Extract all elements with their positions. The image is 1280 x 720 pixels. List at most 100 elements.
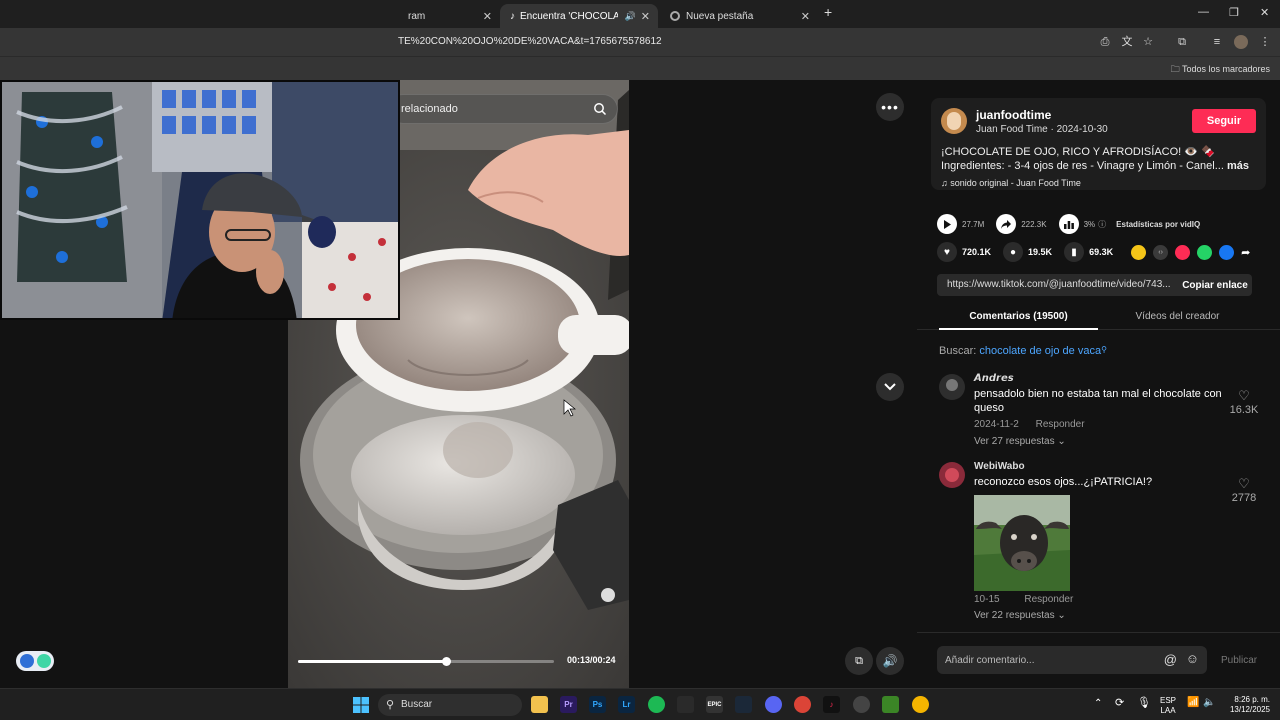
- follow-button[interactable]: Seguir: [1192, 109, 1256, 133]
- taskbar-search-label: Buscar: [401, 699, 433, 710]
- share-link[interactable]: https://www.tiktok.com/@juanfoodtime/vid…: [937, 274, 1178, 296]
- comment-author[interactable]: WebiWabo: [974, 461, 1025, 472]
- epic-games-icon[interactable]: EPIC: [706, 696, 723, 713]
- bookmarks-bar: 🗀 Todos los marcadores: [0, 56, 1280, 80]
- comment-icon[interactable]: ●: [1003, 242, 1024, 262]
- comment-like[interactable]: ♡ 16.3K: [1224, 388, 1264, 416]
- wifi-icon[interactable]: 📶: [1187, 698, 1199, 708]
- webcam-overlay: [0, 80, 400, 320]
- media-icon[interactable]: ≡: [1210, 35, 1224, 49]
- lightroom-icon[interactable]: Lr: [618, 696, 635, 713]
- app-icon[interactable]: [677, 696, 694, 713]
- restore-icon[interactable]: ❐: [1229, 6, 1239, 19]
- info-icon: ⓘ: [1098, 219, 1107, 229]
- search-prefix: Buscar:: [939, 345, 977, 357]
- engagement-row: ♥ 720.1K ● 19.5K ▮ 69.3K ‹› ➦: [937, 242, 1250, 262]
- speaker-icon[interactable]: 🔊: [625, 11, 636, 22]
- mic-icon[interactable]: 🎙: [1137, 698, 1151, 709]
- coin-icon[interactable]: [1131, 244, 1147, 260]
- windows-start-icon[interactable]: [352, 696, 369, 713]
- view-replies[interactable]: Ver 27 respuestas ⌄: [974, 436, 1066, 447]
- whatsapp-icon[interactable]: [1197, 244, 1213, 260]
- volume-icon[interactable]: 🔊: [876, 647, 904, 675]
- music-info[interactable]: ♫ sonido original - Juan Food Time: [941, 178, 1081, 188]
- reply-button[interactable]: Responder: [1024, 594, 1073, 605]
- tray-chevron-icon[interactable]: ⌃: [1094, 699, 1102, 709]
- reply-button[interactable]: Responder: [1036, 419, 1085, 430]
- translate-icon[interactable]: 文: [1120, 35, 1134, 49]
- bookmark-icon[interactable]: ▮: [1064, 242, 1085, 262]
- comment-search-suggestion[interactable]: Buscar: chocolate de ojo de vaca⚲: [939, 345, 1107, 357]
- comment-meta: 2024-11-2 Responder: [974, 419, 1085, 430]
- clock-date: 13/12/2025: [1229, 705, 1270, 714]
- mention-icon[interactable]: @: [1164, 652, 1177, 667]
- premiere-icon[interactable]: Pr: [560, 696, 577, 713]
- publish-button[interactable]: Publicar: [1221, 655, 1257, 666]
- install-icon[interactable]: ⎙: [1098, 35, 1112, 49]
- comment-placeholder: Añadir comentario...: [945, 655, 1035, 666]
- tab-tiktok[interactable]: ♪ Encuentra 'CHOCOLATE CO 🔊 ✕: [500, 4, 658, 28]
- profile-avatar[interactable]: [1234, 35, 1248, 49]
- emoji-icon[interactable]: ☺: [1186, 651, 1199, 666]
- minecraft-icon[interactable]: [882, 696, 899, 713]
- file-explorer-icon[interactable]: [531, 696, 548, 713]
- spotify-icon[interactable]: [648, 696, 665, 713]
- chevron-down-icon: ⌄: [1057, 610, 1066, 621]
- view-replies-label: Ver 27 respuestas: [974, 436, 1055, 447]
- copy-link-button[interactable]: Copiar enlace: [1178, 274, 1252, 296]
- language-indicator[interactable]: ESP LAA: [1158, 696, 1178, 716]
- facebook-icon[interactable]: [1219, 244, 1235, 260]
- send-icon[interactable]: [1175, 244, 1191, 260]
- all-bookmarks[interactable]: 🗀 Todos los marcadores: [1171, 62, 1270, 78]
- url-text[interactable]: TE%20CON%20OJO%20DE%20VACA&t=17656755786…: [398, 36, 662, 47]
- video-progress-bar[interactable]: [298, 657, 554, 666]
- creator-username[interactable]: juanfoodtime: [976, 108, 1051, 122]
- search-icon[interactable]: [593, 102, 607, 116]
- discord-icon[interactable]: [765, 696, 782, 713]
- comment-avatar[interactable]: [939, 374, 965, 400]
- more-options-icon[interactable]: •••: [876, 93, 904, 121]
- obs-icon[interactable]: [853, 696, 870, 713]
- comment-input[interactable]: Añadir comentario... @ ☺: [937, 646, 1207, 674]
- tab-creator-videos[interactable]: Vídeos del creador: [1098, 311, 1257, 322]
- comment-author[interactable]: 𝘼𝙣𝙙𝙧𝙚𝙨: [974, 373, 1014, 384]
- close-icon[interactable]: ✕: [483, 10, 492, 23]
- tab-comments[interactable]: Comentarios (19500): [939, 311, 1098, 322]
- comment-image-cow[interactable]: [974, 495, 1070, 591]
- search-keyword[interactable]: chocolate de ojo de vaca: [979, 345, 1101, 357]
- vidiq-stats-row: 27.7M 222.3K 3% ⓘ Estadísticas por vidIQ: [937, 214, 1200, 234]
- related-search-bar[interactable]: relacionado: [388, 94, 618, 124]
- tiktok-taskbar-icon[interactable]: ♪: [823, 696, 840, 713]
- next-video-icon[interactable]: [876, 373, 904, 401]
- share-arrow-icon[interactable]: ➦: [1241, 246, 1250, 259]
- star-icon[interactable]: ☆: [1141, 35, 1155, 49]
- search-text: relacionado: [401, 103, 458, 115]
- sync-icon[interactable]: ⟳: [1115, 698, 1124, 709]
- more-link[interactable]: más: [1227, 160, 1249, 172]
- pip-icon[interactable]: ⧉: [845, 647, 873, 675]
- new-tab-icon[interactable]: +: [824, 4, 832, 20]
- close-icon[interactable]: ✕: [801, 10, 810, 23]
- view-replies[interactable]: Ver 22 respuestas ⌄: [974, 610, 1066, 621]
- embed-icon[interactable]: ‹›: [1153, 244, 1169, 260]
- close-window-icon[interactable]: ✕: [1260, 6, 1269, 19]
- speaker-tray-icon[interactable]: 🔈: [1203, 698, 1215, 708]
- vidiq-badge[interactable]: [16, 651, 54, 671]
- tab-instagram[interactable]: ram ✕: [380, 4, 500, 28]
- taskbar-search[interactable]: ⚲ Buscar: [378, 694, 522, 716]
- chrome-taskbar-icon[interactable]: [794, 696, 811, 713]
- creator-avatar[interactable]: [941, 108, 967, 134]
- chrome-active-icon[interactable]: [912, 696, 929, 713]
- close-icon[interactable]: ✕: [641, 10, 650, 23]
- comment-like[interactable]: ♡ 2778: [1224, 476, 1264, 504]
- menu-icon[interactable]: ⋮: [1258, 35, 1272, 49]
- minimize-icon[interactable]: —: [1198, 6, 1209, 18]
- photoshop-icon[interactable]: Ps: [589, 696, 606, 713]
- heart-icon[interactable]: ♥: [937, 242, 957, 262]
- clock[interactable]: 8:26 p. m. 13/12/2025: [1222, 695, 1270, 715]
- details-panel: juanfoodtime Juan Food Time · 2024-10-30…: [917, 80, 1280, 688]
- comment-avatar[interactable]: [939, 462, 965, 488]
- steam-icon[interactable]: [735, 696, 752, 713]
- extensions-icon[interactable]: ⧉: [1175, 35, 1189, 49]
- tab-new[interactable]: Nueva pestaña ✕: [660, 4, 818, 28]
